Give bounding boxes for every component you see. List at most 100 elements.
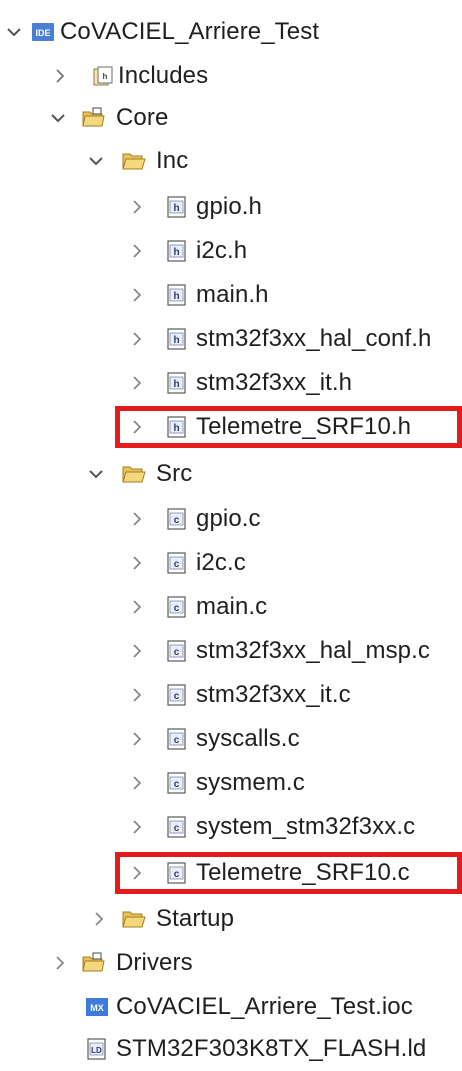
svg-text:c: c xyxy=(174,823,180,834)
chevron-right-icon[interactable] xyxy=(127,361,147,405)
chevron-right-icon[interactable] xyxy=(127,229,147,273)
tree-row-file[interactable]: c system_stm32f3xx.c xyxy=(0,805,462,849)
includes-icon: h xyxy=(92,65,114,87)
svg-text:c: c xyxy=(174,515,180,526)
tree-row-label: Src xyxy=(156,460,193,487)
chevron-right-icon[interactable] xyxy=(127,717,147,761)
tree-row-drivers[interactable]: Drivers xyxy=(0,941,462,985)
tree-row-label: stm32f3xx_hal_msp.c xyxy=(196,637,431,664)
chevron-down-icon[interactable] xyxy=(86,139,106,183)
tree-row-file[interactable]: h stm32f3xx_hal_conf.h xyxy=(0,317,462,361)
tree-row-label: Includes xyxy=(118,62,209,89)
svg-text:h: h xyxy=(103,72,108,81)
tree-row-label: stm32f3xx_hal_conf.h xyxy=(196,325,432,352)
c-file-icon: c xyxy=(166,816,188,838)
chevron-right-icon[interactable] xyxy=(127,629,147,673)
chevron-down-icon[interactable] xyxy=(86,452,106,496)
chevron-right-icon[interactable] xyxy=(50,941,70,985)
chevron-down-icon[interactable] xyxy=(4,10,24,54)
tree-row-file[interactable]: c Telemetre_SRF10.c xyxy=(0,851,462,895)
chevron-right-icon[interactable] xyxy=(127,541,147,585)
tree-row-label: syscalls.c xyxy=(196,725,300,752)
svg-text:h: h xyxy=(173,335,179,346)
svg-text:c: c xyxy=(174,869,180,880)
chevron-right-icon[interactable] xyxy=(127,317,147,361)
svg-text:LD: LD xyxy=(91,1046,102,1055)
svg-text:MX: MX xyxy=(90,1003,104,1013)
svg-text:IDE: IDE xyxy=(35,28,50,38)
tree-row-project[interactable]: IDE CoVACIEL_Arriere_Test xyxy=(0,10,462,54)
tree-row-label: Startup xyxy=(156,905,235,932)
header-file-icon: h xyxy=(166,240,188,262)
chevron-right-icon[interactable] xyxy=(127,405,147,449)
c-file-icon: c xyxy=(166,728,188,750)
tree-row-file[interactable]: c gpio.c xyxy=(0,497,462,541)
project-explorer-tree: IDE CoVACIEL_Arriere_Test h Includes Cor… xyxy=(0,0,462,1066)
tree-row-label: main.c xyxy=(196,593,268,620)
chevron-right-icon[interactable] xyxy=(127,761,147,805)
tree-row-label: system_stm32f3xx.c xyxy=(196,813,416,840)
tree-row-file[interactable]: c syscalls.c xyxy=(0,717,462,761)
svg-text:c: c xyxy=(174,647,180,658)
tree-row-label: gpio.h xyxy=(196,193,262,220)
tree-row-label: i2c.c xyxy=(196,549,246,576)
chevron-down-icon[interactable] xyxy=(48,96,68,140)
chevron-right-icon[interactable] xyxy=(127,585,147,629)
tree-row-label: Telemetre_SRF10.h xyxy=(196,413,412,440)
header-file-icon: h xyxy=(166,196,188,218)
tree-row-startup[interactable]: Startup xyxy=(0,897,462,941)
tree-row-label: Inc xyxy=(156,147,189,174)
tree-row-label: Drivers xyxy=(116,949,193,976)
header-file-icon: h xyxy=(166,328,188,350)
source-folder-icon xyxy=(82,952,105,974)
tree-row-label: sysmem.c xyxy=(196,769,305,796)
tree-row-label: CoVACIEL_Arriere_Test xyxy=(60,18,320,45)
tree-row-file[interactable]: h gpio.h xyxy=(0,185,462,229)
tree-row-file[interactable]: c i2c.c xyxy=(0,541,462,585)
tree-row-label: i2c.h xyxy=(196,237,248,264)
svg-text:c: c xyxy=(174,779,180,790)
tree-row-file[interactable]: c stm32f3xx_hal_msp.c xyxy=(0,629,462,673)
tree-row-file[interactable]: c stm32f3xx_it.c xyxy=(0,673,462,717)
svg-text:h: h xyxy=(173,203,179,214)
header-file-icon: h xyxy=(166,284,188,306)
tree-row-label: stm32f3xx_it.h xyxy=(196,369,353,396)
tree-row-file[interactable]: MX CoVACIEL_Arriere_Test.ioc xyxy=(0,985,462,1029)
tree-row-label: main.h xyxy=(196,281,269,308)
tree-row-core[interactable]: Core xyxy=(0,96,462,140)
header-file-icon: h xyxy=(166,416,188,438)
tree-row-file[interactable]: LD STM32F303K8TX_FLASH.ld xyxy=(0,1027,462,1071)
chevron-right-icon[interactable] xyxy=(127,673,147,717)
chevron-right-icon[interactable] xyxy=(127,497,147,541)
chevron-right-icon[interactable] xyxy=(50,54,70,98)
c-file-icon: c xyxy=(166,552,188,574)
svg-text:c: c xyxy=(174,559,180,570)
tree-row-file[interactable]: h i2c.h xyxy=(0,229,462,273)
chevron-right-icon[interactable] xyxy=(89,897,109,941)
tree-row-file[interactable]: c sysmem.c xyxy=(0,761,462,805)
svg-text:c: c xyxy=(174,603,180,614)
folder-open-icon xyxy=(122,463,146,485)
tree-row-inc[interactable]: Inc xyxy=(0,139,462,183)
folder-open-icon xyxy=(122,908,146,930)
tree-row-label: STM32F303K8TX_FLASH.ld xyxy=(116,1035,427,1062)
tree-row-src[interactable]: Src xyxy=(0,452,462,496)
tree-row-label: Telemetre_SRF10.c xyxy=(196,859,410,886)
header-file-icon: h xyxy=(166,372,188,394)
svg-text:h: h xyxy=(173,379,179,390)
project-ide-icon: IDE xyxy=(32,21,54,43)
chevron-right-icon[interactable] xyxy=(127,851,147,895)
chevron-right-icon[interactable] xyxy=(127,805,147,849)
tree-row-file[interactable]: c main.c xyxy=(0,585,462,629)
tree-row-label: Core xyxy=(116,104,169,131)
tree-row-file[interactable]: h Telemetre_SRF10.h xyxy=(0,405,462,449)
c-file-icon: c xyxy=(166,684,188,706)
svg-text:c: c xyxy=(174,691,180,702)
tree-row-includes[interactable]: h Includes xyxy=(0,54,462,98)
chevron-right-icon[interactable] xyxy=(127,185,147,229)
chevron-right-icon[interactable] xyxy=(127,273,147,317)
c-file-icon: c xyxy=(166,596,188,618)
tree-row-file[interactable]: h main.h xyxy=(0,273,462,317)
tree-row-file[interactable]: h stm32f3xx_it.h xyxy=(0,361,462,405)
tree-row-label: gpio.c xyxy=(196,505,261,532)
